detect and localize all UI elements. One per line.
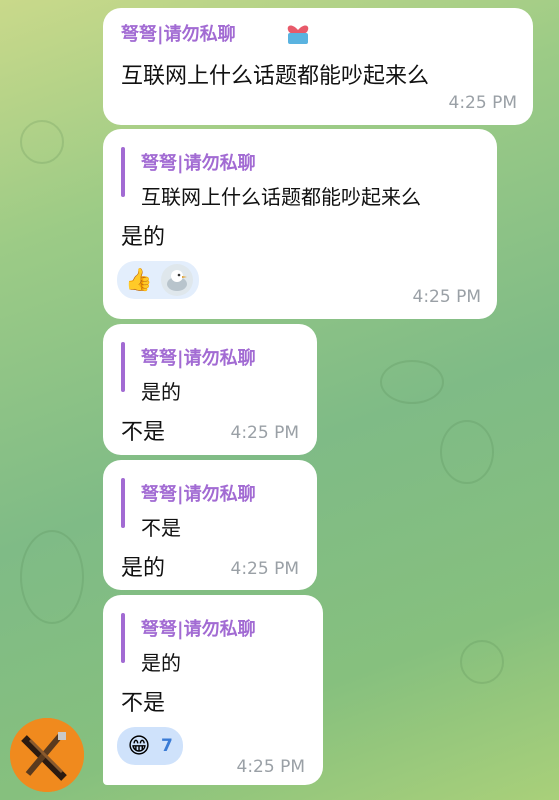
reply-quote-bar — [121, 147, 125, 197]
message-time: 4:25 PM — [236, 757, 306, 777]
message-text: 是的 — [121, 556, 166, 581]
reply-quote-bar — [121, 613, 125, 663]
message-text: 不是 — [121, 420, 166, 445]
background-doodle — [440, 420, 494, 484]
message-text: 互联网上什么话题都能吵起来么 — [121, 64, 430, 89]
reaction-chip[interactable]: 😁 7 — [117, 727, 183, 765]
heart-box-icon — [283, 16, 313, 46]
reply-text: 不是 — [141, 516, 181, 540]
reaction-count: 7 — [161, 736, 173, 756]
message-bubble-2[interactable]: 弩弩|请勿私聊 互联网上什么话题都能吵起来么 是的 👍 4:25 PM — [103, 129, 497, 319]
reply-sender: 弩弩|请勿私聊 — [141, 484, 256, 505]
background-doodle — [20, 120, 64, 164]
bird-avatar-icon — [161, 264, 193, 296]
message-bubble-5[interactable]: 弩弩|请勿私聊 是的 不是 😁 7 4:25 PM — [103, 595, 323, 785]
message-time: 4:25 PM — [448, 93, 518, 113]
reply-text: 互联网上什么话题都能吵起来么 — [141, 185, 421, 209]
reply-sender: 弩弩|请勿私聊 — [141, 153, 256, 174]
pixel-crossbow-avatar — [10, 718, 84, 792]
message-bubble-3[interactable]: 弩弩|请勿私聊 是的 不是 4:25 PM — [103, 324, 317, 455]
background-doodle — [20, 530, 84, 624]
message-time: 4:25 PM — [412, 287, 482, 307]
sender-avatar[interactable] — [10, 718, 84, 792]
reply-text: 是的 — [141, 651, 181, 675]
thumbs-up-reaction[interactable]: 👍 — [123, 264, 155, 296]
background-doodle — [380, 360, 444, 404]
message-time: 4:25 PM — [230, 559, 300, 579]
background-doodle — [460, 640, 504, 684]
grinning-face-reaction[interactable]: 😁 — [123, 730, 155, 762]
message-text: 是的 — [121, 225, 166, 250]
reply-sender: 弩弩|请勿私聊 — [141, 619, 256, 640]
message-bubble-1[interactable]: 弩弩|请勿私聊 互联网上什么话题都能吵起来么 4:25 PM — [103, 8, 533, 125]
reply-quote-bar — [121, 478, 125, 528]
reply-text: 是的 — [141, 380, 181, 404]
reply-quote-bar — [121, 342, 125, 392]
message-bubble-4[interactable]: 弩弩|请勿私聊 不是 是的 4:25 PM — [103, 460, 317, 590]
reply-sender: 弩弩|请勿私聊 — [141, 348, 256, 369]
message-text: 不是 — [121, 691, 166, 716]
sender-name[interactable]: 弩弩|请勿私聊 — [121, 20, 236, 46]
message-time: 4:25 PM — [230, 423, 300, 443]
reaction-chip[interactable]: 👍 — [117, 261, 199, 299]
